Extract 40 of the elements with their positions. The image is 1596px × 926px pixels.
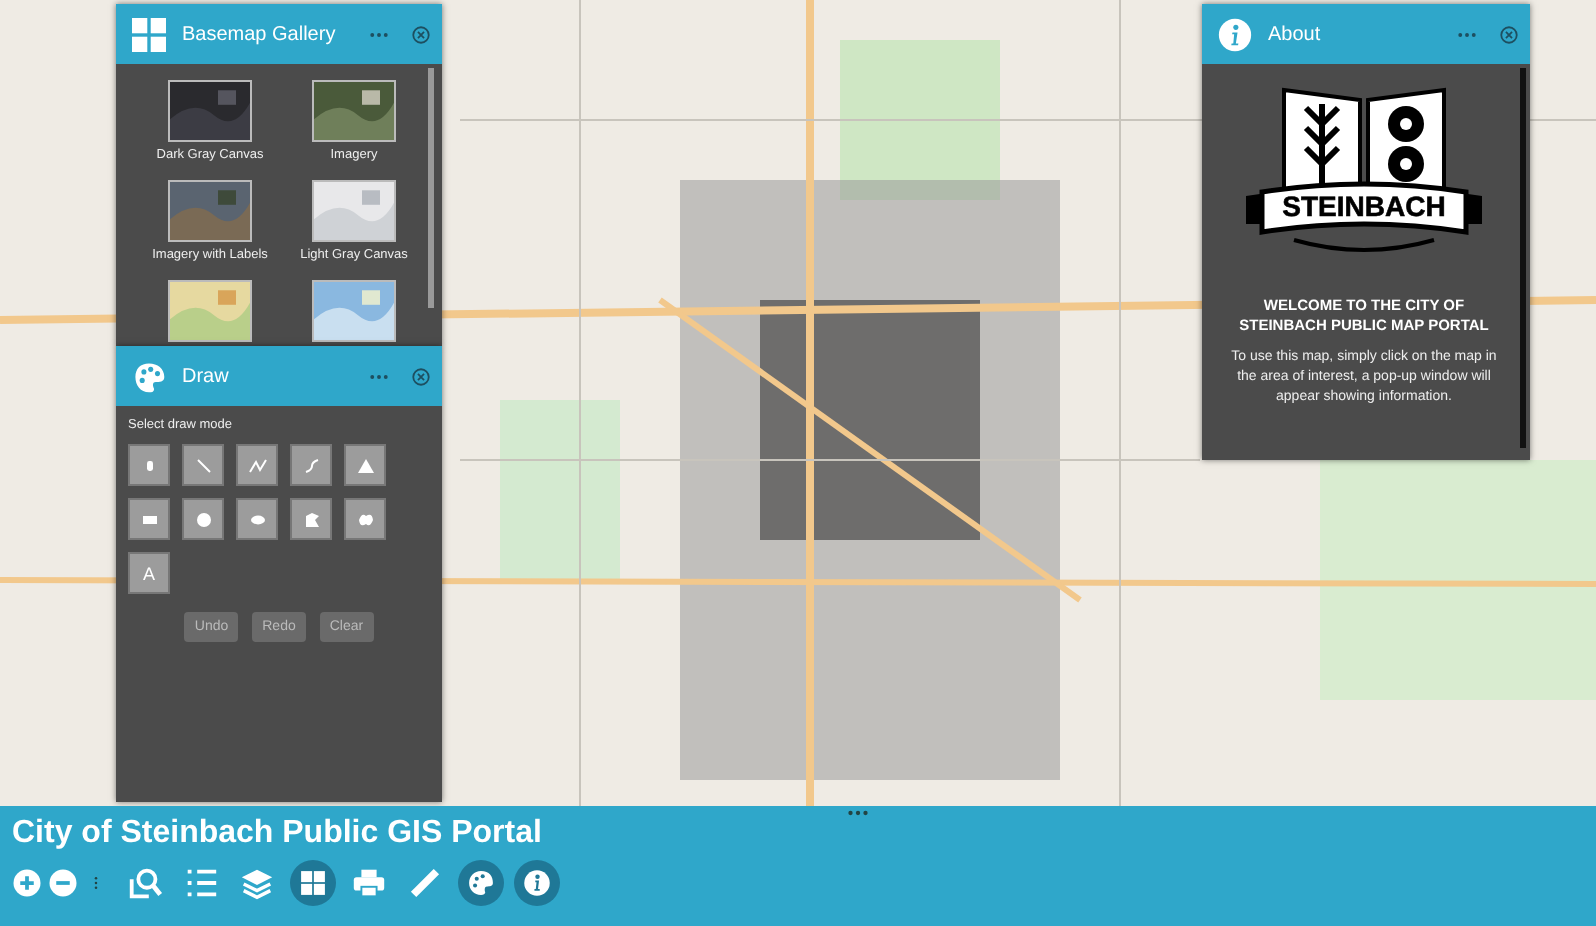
- panel-title: Draw: [182, 365, 231, 387]
- close-icon[interactable]: [412, 367, 430, 385]
- palette-icon: [132, 359, 166, 393]
- scrollbar[interactable]: [1520, 68, 1526, 448]
- app-title: City of Steinbach Public GIS Portal: [12, 814, 542, 854]
- draw-tool-button[interactable]: [290, 498, 332, 540]
- info-icon: [1218, 17, 1252, 51]
- draw-tool-button[interactable]: [236, 444, 278, 486]
- panel-title: Basemap Gallery: [182, 23, 338, 45]
- draw-tool-button[interactable]: [236, 498, 278, 540]
- line-icon: [193, 455, 213, 475]
- freehand-polygon-icon: [355, 509, 375, 529]
- freehand-line-icon: [301, 455, 321, 475]
- draw-icon[interactable]: [458, 860, 504, 906]
- draw-tool-button[interactable]: [182, 498, 224, 540]
- draw-tool-button[interactable]: [344, 498, 386, 540]
- polyline-icon: [247, 455, 267, 475]
- logo-text: STEINBACH: [1282, 190, 1446, 222]
- basemap-icon[interactable]: [290, 860, 336, 906]
- zoom-out-icon[interactable]: [48, 868, 78, 898]
- grid-icon: [132, 17, 166, 51]
- triangle-icon: [355, 455, 375, 475]
- more-icon[interactable]: [848, 810, 868, 816]
- draw-tool-button[interactable]: [128, 444, 170, 486]
- more-icon[interactable]: [370, 373, 388, 379]
- close-icon[interactable]: [1500, 25, 1518, 43]
- more-icon[interactable]: [1458, 31, 1476, 37]
- polygon-icon: [301, 509, 321, 529]
- more-icon[interactable]: [370, 31, 388, 37]
- text-tool-button[interactable]: A: [128, 552, 170, 594]
- draw-tool-button[interactable]: [290, 444, 332, 486]
- draw-tool-button[interactable]: [128, 498, 170, 540]
- draw-tool-button[interactable]: [182, 444, 224, 486]
- panel-title: About: [1268, 23, 1323, 45]
- circle-icon: [193, 509, 213, 529]
- close-icon[interactable]: [412, 25, 430, 43]
- scrollbar[interactable]: [428, 68, 434, 308]
- zoom-in-icon[interactable]: [12, 868, 42, 898]
- draw-tool-button[interactable]: [344, 444, 386, 486]
- about-icon[interactable]: [514, 860, 560, 906]
